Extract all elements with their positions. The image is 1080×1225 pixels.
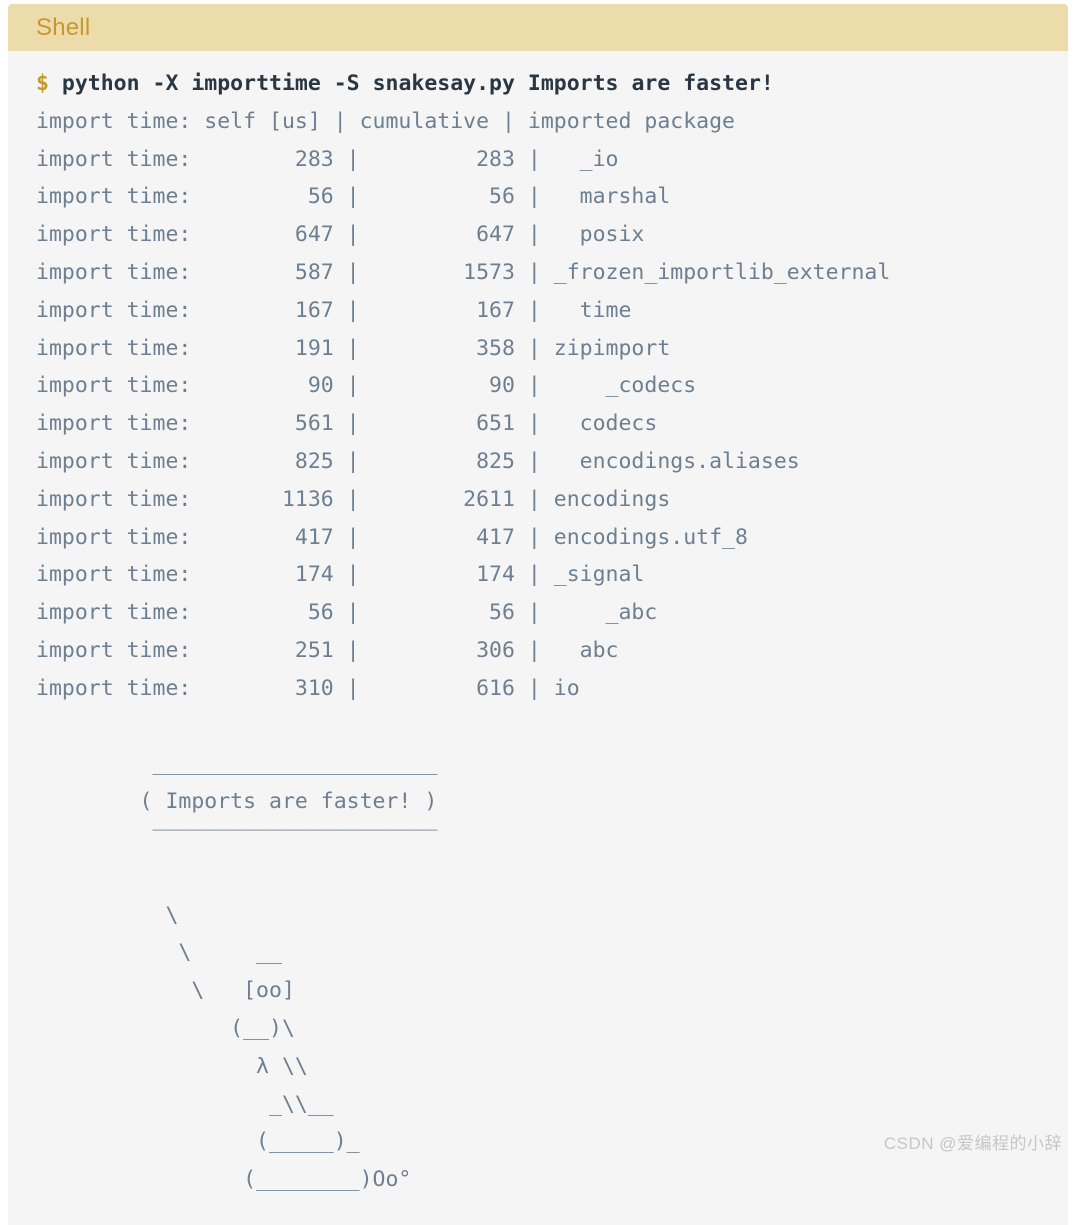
command-line: $ python -X importtime -S snakesay.py Im… [36,71,774,96]
code-block-body[interactable]: $ python -X importtime -S snakesay.py Im… [8,51,1068,1225]
watermark: CSDN @爱编程的小辞 [883,1134,1062,1153]
code-block-header: Shell [8,4,1068,51]
code-language-label: Shell [36,13,91,41]
console-output[interactable]: $ python -X importtime -S snakesay.py Im… [8,65,1068,1199]
code-block: Shell $ python -X importtime -S snakesay… [8,4,1068,1225]
command-text: python -X importtime -S snakesay.py Impo… [61,71,774,96]
prompt-sigil: $ [36,71,49,96]
screenshot-root: Shell $ python -X importtime -S snakesay… [0,0,1080,1225]
snakesay-ascii-art: ______________________ ( Imports are fas… [139,751,438,1193]
importtime-table: import time: self [us] | cumulative | im… [36,108,891,701]
